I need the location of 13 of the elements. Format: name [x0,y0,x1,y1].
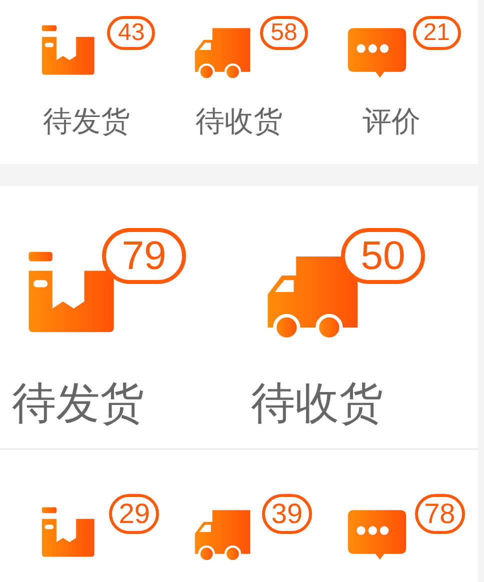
count-badge: 39 [262,494,312,534]
count-badge: 58 [260,16,308,50]
count-badge: 43 [107,16,156,50]
count-badge: 78 [414,494,465,534]
order-status-label[interactable]: 待发货 [42,108,130,137]
count-badge: 79 [102,228,186,284]
order-status-label[interactable]: 评价 [362,108,421,137]
order-status-label[interactable]: 待收货 [195,108,282,137]
count-badge: 21 [412,16,461,50]
order-status-label[interactable]: 待发货 [12,382,144,426]
count-badge: 29 [109,494,160,534]
count-badge: 50 [341,228,425,284]
order-status-label[interactable]: 待收货 [251,382,383,426]
